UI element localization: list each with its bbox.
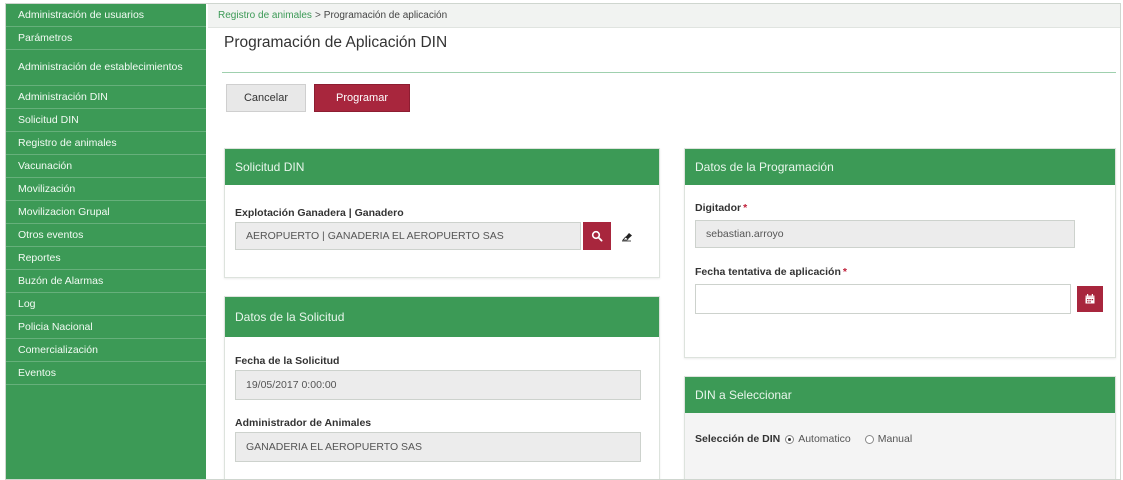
sidebar-item[interactable]: Log xyxy=(6,293,206,316)
sidebar-item[interactable]: Eventos xyxy=(6,362,206,385)
panel-datos-programacion: Datos de la Programación Digitador * seba… xyxy=(684,148,1116,358)
breadcrumb-link-registro[interactable]: Registro de animales xyxy=(218,10,312,21)
sidebar-item[interactable]: Solicitud DIN xyxy=(6,109,206,132)
digitador-label: Digitador * xyxy=(695,202,747,214)
breadcrumb: Registro de animales > Programación de a… xyxy=(208,4,1120,28)
program-button[interactable]: Programar xyxy=(314,84,410,112)
explotacion-label: Explotación Ganadera | Ganadero xyxy=(235,207,404,219)
app-window: Administración de usuarios Parámetros Admi… xyxy=(5,3,1121,480)
sidebar-item[interactable]: Vacunación xyxy=(6,155,206,178)
panel-datos-solicitud: Datos de la Solicitud Fecha de la Solici… xyxy=(224,296,660,479)
radio-manual[interactable]: Manual xyxy=(864,433,913,445)
sidebar-item[interactable]: Otros eventos xyxy=(6,224,206,247)
digitador-label-text: Digitador xyxy=(695,202,742,214)
explotacion-field[interactable]: AEROPUERTO | GANADERIA EL AEROPUERTO SAS xyxy=(235,222,581,250)
panel-heading: Datos de la Programación xyxy=(685,149,1115,185)
sidebar-item[interactable]: Administración DIN xyxy=(6,86,206,109)
main-content: Registro de animales > Programación de a… xyxy=(208,4,1120,479)
required-mark: * xyxy=(743,202,748,214)
fecha-solicitud-label: Fecha de la Solicitud xyxy=(235,355,340,367)
page-title: Programación de Aplicación DIN xyxy=(224,34,448,51)
sidebar-item[interactable]: Administración de establecimientos xyxy=(6,50,206,86)
sidebar-item[interactable]: Buzón de Alarmas xyxy=(6,270,206,293)
fecha-tentativa-label: Fecha tentativa de aplicación * xyxy=(695,266,847,278)
din-selection-group: Selección de DIN Automatico Manual xyxy=(695,433,926,445)
digitador-field[interactable]: sebastian.arroyo xyxy=(695,220,1075,248)
radio-manual-label: Manual xyxy=(877,433,913,445)
fecha-tentativa-input[interactable] xyxy=(695,284,1071,314)
radio-automatico-label: Automatico xyxy=(798,433,851,445)
panel-heading: Solicitud DIN xyxy=(225,149,659,185)
breadcrumb-current: Programación de aplicación xyxy=(323,10,448,21)
breadcrumb-separator: > xyxy=(314,10,321,21)
clear-button[interactable] xyxy=(613,222,641,250)
title-divider xyxy=(222,72,1116,73)
din-selection-label: Selección de DIN xyxy=(695,433,781,445)
panel-solicitud-din: Solicitud DIN Explotación Ganadera | Gan… xyxy=(224,148,660,278)
sidebar-item[interactable]: Registro de animales xyxy=(6,132,206,155)
sidebar: Administración de usuarios Parámetros Admi… xyxy=(6,4,206,479)
sidebar-item[interactable]: Movilización xyxy=(6,178,206,201)
sidebar-item[interactable]: Policia Nacional xyxy=(6,316,206,339)
eraser-icon xyxy=(622,233,632,242)
calendar-icon xyxy=(1085,294,1095,304)
panel-heading: Datos de la Solicitud xyxy=(225,297,659,337)
calendar-button[interactable] xyxy=(1077,286,1103,312)
panel-heading: DIN a Seleccionar xyxy=(685,377,1115,413)
fecha-solicitud-field[interactable]: 19/05/2017 0:00:00 xyxy=(235,370,641,400)
administrador-field[interactable]: GANADERIA EL AEROPUERTO SAS xyxy=(235,432,641,462)
search-button[interactable] xyxy=(583,222,611,250)
panel-din-seleccionar: DIN a Seleccionar Selección de DIN Autom… xyxy=(684,376,1116,479)
administrador-label: Administrador de Animales xyxy=(235,417,372,429)
sidebar-item[interactable]: Reportes xyxy=(6,247,206,270)
radio-automatico-control[interactable] xyxy=(785,434,795,444)
fecha-tentativa-label-text: Fecha tentativa de aplicación xyxy=(695,266,841,278)
sidebar-item[interactable]: Administración de usuarios xyxy=(6,4,206,27)
required-mark: * xyxy=(842,266,847,278)
search-icon xyxy=(591,230,603,242)
cancel-button[interactable]: Cancelar xyxy=(226,84,306,112)
radio-automatico[interactable]: Automatico xyxy=(785,433,851,445)
radio-manual-control[interactable] xyxy=(864,434,874,444)
sidebar-item[interactable]: Comercialización xyxy=(6,339,206,362)
sidebar-item[interactable]: Parámetros xyxy=(6,27,206,50)
sidebar-item[interactable]: Movilizacion Grupal xyxy=(6,201,206,224)
